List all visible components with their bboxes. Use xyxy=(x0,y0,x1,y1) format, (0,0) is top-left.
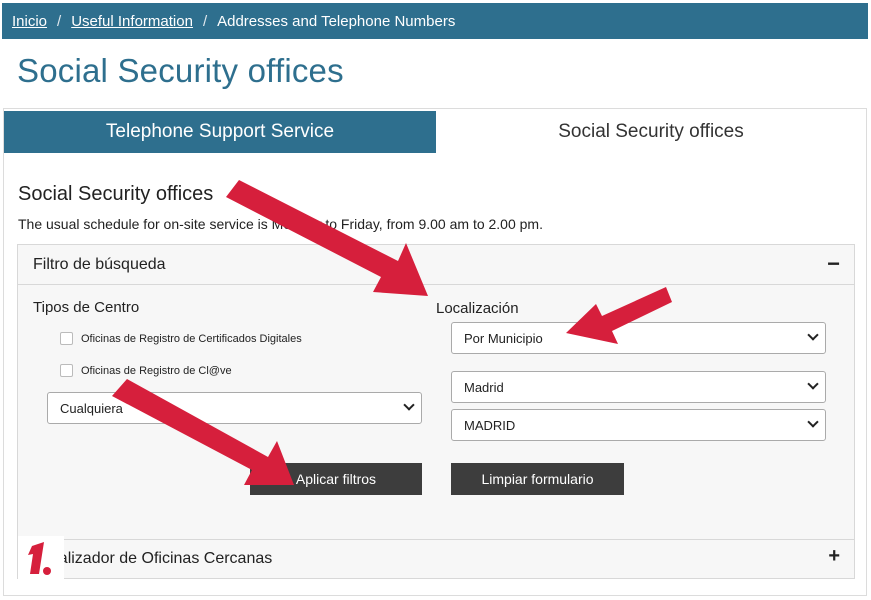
tab-telephone-support[interactable]: Telephone Support Service xyxy=(4,111,436,153)
chevron-down-icon xyxy=(403,399,415,411)
section-title: Social Security offices xyxy=(18,183,214,205)
location-mode-select-value: Por Municipio xyxy=(464,330,543,346)
logo-dot-mark xyxy=(43,567,51,575)
checkbox-label: Oficinas de Registro de Cl@ve xyxy=(81,364,232,377)
expand-icon[interactable]: + xyxy=(828,545,840,568)
breadcrumb-separator: / xyxy=(202,12,208,30)
breadcrumb-current: Addresses and Telephone Numbers xyxy=(217,12,456,30)
checkbox-digital-certificates[interactable]: Oficinas de Registro de Certificados Dig… xyxy=(60,332,302,345)
checkbox-box[interactable] xyxy=(60,364,73,377)
checkbox-label: Oficinas de Registro de Certificados Dig… xyxy=(81,332,302,345)
chevron-down-icon xyxy=(807,329,819,341)
breadcrumb-separator: / xyxy=(57,12,62,30)
search-filter-box: Filtro de búsqueda − Tipos de Centro Ofi… xyxy=(17,244,855,540)
province-select-value: Madrid xyxy=(464,379,504,395)
center-types-label: Tipos de Centro xyxy=(33,299,140,316)
filter-header-label: Filtro de búsqueda xyxy=(33,256,166,273)
schedule-text: The usual schedule for on-site service i… xyxy=(18,216,543,232)
page-title: Social Security offices xyxy=(17,52,344,89)
municipality-select-value: MADRID xyxy=(464,417,516,433)
center-type-select[interactable]: Cualquiera xyxy=(47,392,422,424)
collapse-icon[interactable]: − xyxy=(827,251,840,277)
breadcrumb: Inicio / Useful Information / Addresses … xyxy=(2,3,868,39)
checkbox-clave[interactable]: Oficinas de Registro de Cl@ve xyxy=(60,364,232,377)
apply-filters-button[interactable]: Aplicar filtros xyxy=(250,463,422,495)
tab-social-security-offices[interactable]: Social Security offices xyxy=(436,111,866,153)
brand-logo: 1. xyxy=(18,536,64,584)
location-mode-select[interactable]: Por Municipio xyxy=(451,322,826,354)
offices-panel: Telephone Support Service Social Securit… xyxy=(3,108,867,596)
breadcrumb-home-link[interactable]: Inicio xyxy=(12,13,47,30)
breadcrumb-useful-information-link[interactable]: Useful Information xyxy=(71,13,193,30)
nearby-offices-label: Localizador de Oficinas Cercanas xyxy=(33,550,273,567)
checkbox-box[interactable] xyxy=(60,332,73,345)
chevron-down-icon xyxy=(807,378,819,390)
location-label: Localización xyxy=(436,300,519,317)
clear-form-button[interactable]: Limpiar formulario xyxy=(451,463,624,495)
chevron-down-icon xyxy=(807,416,819,428)
nearby-offices-locator[interactable]: Localizador de Oficinas Cercanas + xyxy=(17,540,855,579)
province-select[interactable]: Madrid xyxy=(451,371,826,403)
center-type-select-value: Cualquiera xyxy=(60,400,123,416)
filter-header[interactable]: Filtro de búsqueda − xyxy=(18,245,854,285)
municipality-select[interactable]: MADRID xyxy=(451,409,826,441)
